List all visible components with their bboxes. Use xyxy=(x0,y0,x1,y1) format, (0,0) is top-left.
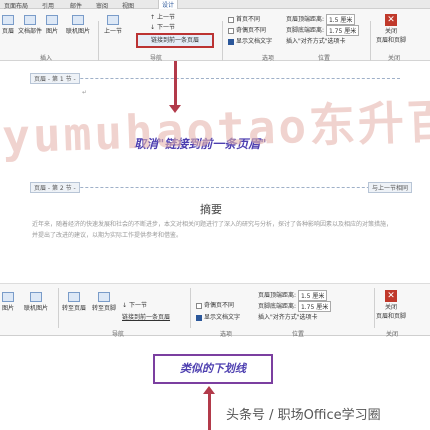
footer-credit: 头条号 / 职场Office学习圈 xyxy=(226,408,381,423)
header-boundary-2 xyxy=(30,187,400,188)
callout-text: 类似的下划线 xyxy=(180,362,246,375)
header-top-distance-2[interactable]: 页眉顶端距离: 1.5 厘米 xyxy=(258,290,328,301)
picture-icon xyxy=(46,15,58,25)
header-section1-label: 页眉 - 第 1 节 - xyxy=(30,73,80,84)
footer-button-2[interactable]: 图片 xyxy=(2,292,14,312)
ribbon-bottom: 图片 联机图片 转至页眉 转至页脚 ↓ 下一节 链接到前一条页眉 导航 奇偶页不… xyxy=(0,283,430,338)
group-nav-label-2: 导航 xyxy=(112,331,125,338)
abstract-title: 摘要 xyxy=(200,203,222,216)
header-top-distance[interactable]: 页眉顶端距离: 1.5 厘米 xyxy=(286,14,356,25)
abstract-paragraph: 近年来，随着经济的快速发展和社会的不断进步，本文对相关问题进行了深入的研究与分析… xyxy=(32,221,393,239)
link-to-previous-button-2[interactable]: 链接到前一条页眉 xyxy=(122,312,170,321)
group-position-label-2: 位置 xyxy=(292,331,305,338)
close-header-footer-button[interactable]: ✕ 关闭 页眉和页脚 xyxy=(376,14,406,44)
picture-button[interactable]: 图片 xyxy=(46,15,58,35)
insert-align-tab-button[interactable]: 插入"对齐方式"选项卡 xyxy=(286,36,346,45)
header-section2-label: 页眉 - 第 2 节 - xyxy=(30,182,80,193)
close-icon: ✕ xyxy=(385,290,397,302)
ribbon-tab-bar: 页面布局 引用 邮件 审阅 视图 设计 xyxy=(0,0,430,10)
footer-bottom-distance-2[interactable]: 页脚底端距离: 1.75 厘米 xyxy=(258,301,332,312)
callout-box: 类似的下划线 xyxy=(153,354,273,384)
checkbox-icon xyxy=(228,16,234,23)
checkbox-checked-icon xyxy=(196,314,202,321)
footer-bottom-spin[interactable]: 1.75 厘米 xyxy=(325,25,360,36)
footer-bottom-spin-2[interactable]: 1.75 厘米 xyxy=(297,301,332,312)
callout-arrow-shaft xyxy=(208,392,211,430)
diff-odd-even-checkbox[interactable]: 奇偶页不同 xyxy=(228,25,266,34)
paragraph-mark: ↵ xyxy=(82,89,88,96)
separator xyxy=(222,21,223,61)
separator xyxy=(190,288,191,328)
goto-header-icon xyxy=(107,15,119,25)
group-options-label-2: 选项 xyxy=(220,331,233,338)
show-doc-text-checkbox-2[interactable]: 显示文档文字 xyxy=(196,312,240,321)
header-top-spin[interactable]: 1.5 厘米 xyxy=(325,14,356,25)
callout-arrow-up-icon xyxy=(203,386,215,394)
goto-header-button[interactable]: 上一节 xyxy=(104,15,122,35)
online-picture-button-2[interactable]: 联机图片 xyxy=(24,292,48,312)
ribbon-top: 页眉 文档部件 图片 联机图片 插入 上一节 ↑ 上一节 ↓ 下一节 链接到前一… xyxy=(0,9,430,62)
next-section-button[interactable]: ↓ 下一节 xyxy=(150,22,175,31)
separator xyxy=(370,21,371,61)
close-header-footer-button-2[interactable]: ✕ 关闭 页眉和页脚 xyxy=(376,290,406,320)
show-doc-text-checkbox[interactable]: 显示文档文字 xyxy=(228,36,272,45)
globe-icon xyxy=(30,292,42,302)
checkbox-icon xyxy=(228,27,234,34)
separator xyxy=(98,21,99,61)
footer-bottom-distance[interactable]: 页脚底端距离: 1.75 厘米 xyxy=(286,25,360,36)
prev-section-button[interactable]: ↑ 上一节 xyxy=(150,12,175,21)
diff-odd-even-checkbox-2[interactable]: 奇偶页不同 xyxy=(196,300,234,309)
checkbox-checked-icon xyxy=(228,38,234,45)
header-top-spin-2[interactable]: 1.5 厘米 xyxy=(297,290,328,301)
tab-design[interactable]: 设计 xyxy=(158,0,179,9)
separator xyxy=(58,288,59,328)
checkbox-icon xyxy=(196,302,202,309)
separator xyxy=(374,288,375,328)
doc-parts-button[interactable]: 文档部件 xyxy=(18,15,42,35)
document-area: 页眉 - 第 1 节 - ↵ 取消"链接到前一条页眉" 页眉 - 第 2 节 -… xyxy=(0,61,430,283)
header-icon xyxy=(2,15,14,25)
goto-footer-icon xyxy=(98,292,110,302)
same-as-previous-label: 与上一节相同 xyxy=(368,182,413,193)
globe-icon xyxy=(72,15,84,25)
link-to-previous-button[interactable]: 链接到前一条页眉 xyxy=(136,33,214,48)
group-close-label-2: 关闭 xyxy=(386,331,399,338)
header-boundary-1 xyxy=(30,78,400,79)
footer-icon xyxy=(2,292,14,302)
goto-header-button-2[interactable]: 转至页眉 xyxy=(62,292,86,312)
goto-footer-button-2[interactable]: 转至页脚 xyxy=(92,292,116,312)
diff-first-page-checkbox[interactable]: 首页不同 xyxy=(228,14,260,23)
insert-align-tab-button-2[interactable]: 插入"对齐方式"选项卡 xyxy=(258,312,318,321)
doc-parts-icon xyxy=(24,15,36,25)
close-icon: ✕ xyxy=(385,14,397,26)
watermark: yumuhaotao东升百科网 xyxy=(1,90,430,164)
goto-header-icon xyxy=(68,292,80,302)
header-button[interactable]: 页眉 xyxy=(2,15,14,35)
online-picture-button[interactable]: 联机图片 xyxy=(66,15,90,35)
next-section-button-2[interactable]: ↓ 下一节 xyxy=(122,300,147,309)
